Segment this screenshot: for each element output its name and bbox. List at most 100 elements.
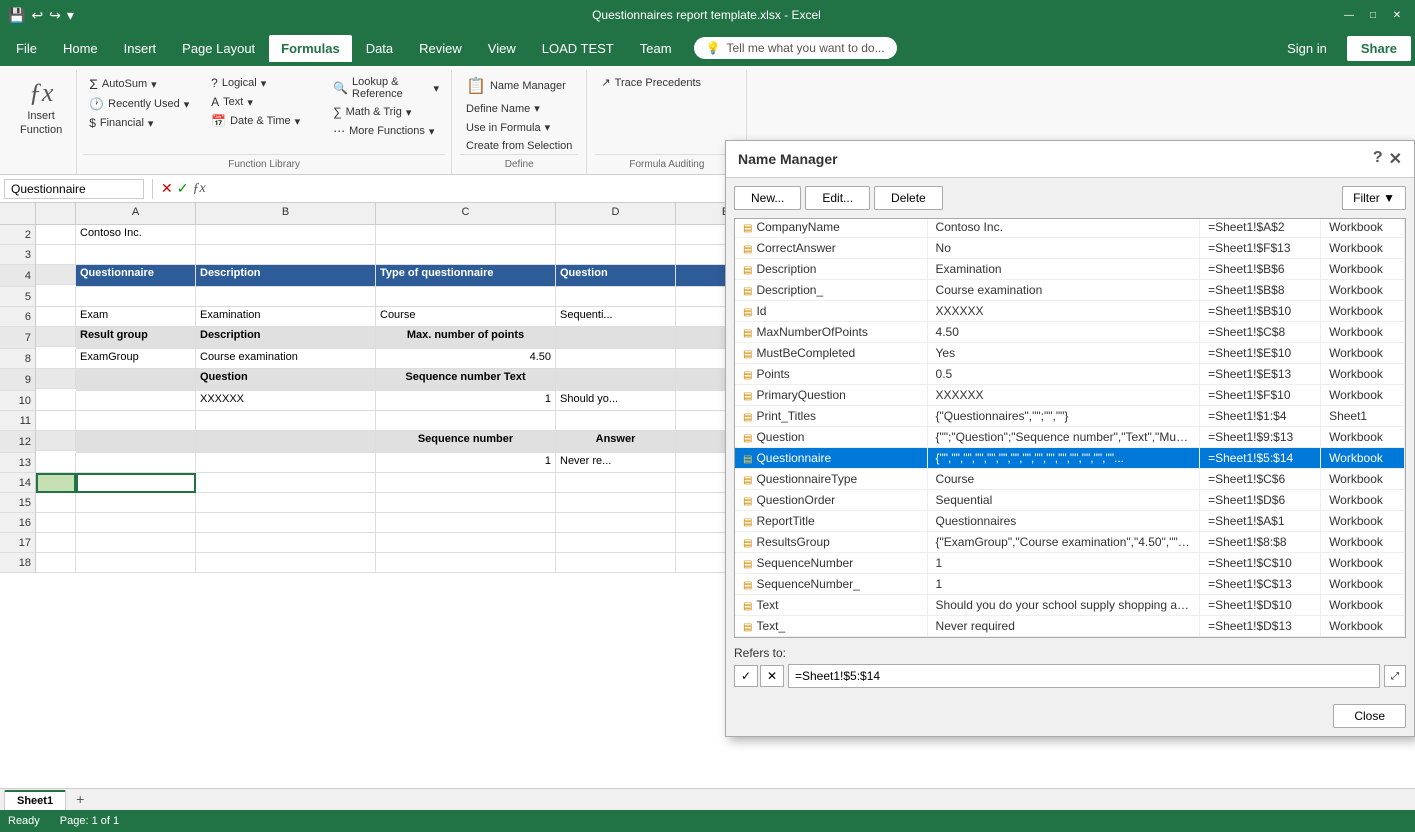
new-name-btn[interactable]: New... (734, 186, 801, 210)
name-manager-btn[interactable]: 📋 Name Manager (460, 74, 578, 98)
cell-a8-val[interactable]: ExamGroup (76, 349, 196, 369)
cell-c4[interactable]: Type of questionnaire (376, 265, 556, 287)
cell-c8[interactable]: 4.50 (376, 349, 556, 369)
table-row[interactable]: ▤Print_Titles{"Questionnaires","";"",""}… (735, 406, 1405, 427)
trace-precedents-btn[interactable]: ↗ Trace Precedents (595, 74, 738, 91)
close-button[interactable]: Close (1333, 704, 1406, 728)
table-row[interactable]: ▤Description_Course examination=Sheet1!$… (735, 280, 1405, 301)
cell-d7[interactable] (556, 327, 676, 349)
cell-a12-val[interactable] (76, 431, 196, 453)
lookup-reference-btn[interactable]: 🔍 Lookup & Reference ▾ (327, 74, 445, 102)
cell-b10[interactable]: XXXXXX (196, 391, 376, 411)
menu-insert[interactable]: Insert (112, 35, 169, 62)
table-row[interactable]: ▤CorrectAnswerNo=Sheet1!$F$13Workbook (735, 238, 1405, 259)
financial-btn[interactable]: $ Financial ▾ (83, 114, 201, 132)
menu-team[interactable]: Team (628, 35, 684, 62)
cell-c10[interactable]: 1 (376, 391, 556, 411)
fx-icon[interactable]: ƒx (192, 181, 205, 197)
cell-d2[interactable] (556, 225, 676, 245)
cell-b9[interactable]: Question (196, 369, 376, 391)
cell-c7[interactable]: Max. number of points (376, 327, 556, 349)
cell-c3[interactable] (376, 245, 556, 265)
create-from-sel-btn[interactable]: Create from Selection (460, 138, 578, 154)
cell-d3[interactable] (556, 245, 676, 265)
table-row[interactable]: ▤Points0.5=Sheet1!$E$13Workbook (735, 364, 1405, 385)
table-row[interactable]: ▤Text_Never required=Sheet1!$D$13Workboo… (735, 616, 1405, 637)
sign-in-btn[interactable]: Sign in (1277, 37, 1337, 60)
cell-b14[interactable] (196, 473, 376, 493)
table-row[interactable]: ▤SequenceNumber1=Sheet1!$C$10Workbook (735, 553, 1405, 574)
undo-icon[interactable]: ↩ (31, 7, 43, 24)
table-row[interactable]: ▤QuestionnaireTypeCourse=Sheet1!$C$6Work… (735, 469, 1405, 490)
cell-a11-val[interactable] (76, 411, 196, 431)
math-trig-btn[interactable]: ∑ Math & Trig ▾ (327, 103, 445, 121)
cell-d9[interactable] (556, 369, 676, 391)
confirm-icon[interactable]: ✓ (177, 180, 189, 197)
cell-b3[interactable] (196, 245, 376, 265)
menu-home[interactable]: Home (51, 35, 110, 62)
cell-c2[interactable] (376, 225, 556, 245)
cell-c11[interactable] (376, 411, 556, 431)
cell-c6[interactable]: Course (376, 307, 556, 327)
add-sheet-btn[interactable]: + (68, 788, 92, 810)
table-row[interactable]: ▤IdXXXXXX=Sheet1!$B$10Workbook (735, 301, 1405, 322)
redo-icon[interactable]: ↪ (49, 7, 61, 24)
refers-to-check-btn[interactable]: ✓ (734, 665, 758, 687)
cell-a2-val[interactable]: Contoso Inc. (76, 225, 196, 245)
cell-b17[interactable] (196, 533, 376, 553)
cell-a9-val[interactable] (76, 369, 196, 391)
cell-d6[interactable]: Sequenti... (556, 307, 676, 327)
recently-used-btn[interactable]: 🕐 Recently Used ▾ (83, 95, 201, 113)
cell-b8[interactable]: Course examination (196, 349, 376, 369)
menu-view[interactable]: View (476, 35, 528, 62)
table-row[interactable]: ▤PrimaryQuestionXXXXXX=Sheet1!$F$10Workb… (735, 385, 1405, 406)
menu-page-layout[interactable]: Page Layout (170, 35, 267, 62)
cell-a5[interactable] (36, 287, 76, 307)
cell-b18[interactable] (196, 553, 376, 573)
cell-a6[interactable] (36, 307, 76, 327)
dialog-help-btn[interactable]: ? (1373, 149, 1383, 169)
cell-a8[interactable] (36, 349, 76, 369)
define-name-btn[interactable]: Define Name ▾ (460, 100, 578, 117)
logical-btn[interactable]: ? Logical ▾ (205, 74, 323, 92)
cell-d11[interactable] (556, 411, 676, 431)
cell-a9[interactable] (36, 369, 76, 389)
cell-c17[interactable] (376, 533, 556, 553)
cell-b5[interactable] (196, 287, 376, 307)
cell-a17-val[interactable] (76, 533, 196, 553)
cell-d12[interactable]: Answer (556, 431, 676, 453)
dialog-close-x-btn[interactable]: ✕ (1389, 149, 1402, 169)
cell-c16[interactable] (376, 513, 556, 533)
table-row[interactable]: ▤ReportTitleQuestionnaires=Sheet1!$A$1Wo… (735, 511, 1405, 532)
cell-b12[interactable] (196, 431, 376, 453)
tell-me-input[interactable]: 💡 Tell me what you want to do... (694, 37, 897, 59)
more-functions-btn[interactable]: ⋯ More Functions ▾ (327, 122, 445, 140)
text-btn[interactable]: A Text ▾ (205, 93, 323, 111)
cell-d5[interactable] (556, 287, 676, 307)
cell-a4-val[interactable]: Questionnaire (76, 265, 196, 287)
cell-a10[interactable] (36, 391, 76, 411)
menu-load-test[interactable]: LOAD TEST (530, 35, 626, 62)
cell-c9[interactable]: Sequence number Text (376, 369, 556, 391)
cell-a13[interactable] (36, 453, 76, 473)
cell-c15[interactable] (376, 493, 556, 513)
cell-a18-val[interactable] (76, 553, 196, 573)
datetime-btn[interactable]: 📅 Date & Time ▾ (205, 112, 323, 130)
cell-a7[interactable] (36, 327, 76, 347)
cell-b16[interactable] (196, 513, 376, 533)
cell-a7-val[interactable]: Result group (76, 327, 196, 349)
cell-b4[interactable]: Description (196, 265, 376, 287)
cell-a3[interactable] (36, 245, 76, 265)
menu-data[interactable]: Data (354, 35, 405, 62)
restore-btn[interactable]: □ (1363, 5, 1383, 25)
cell-a16-val[interactable] (76, 513, 196, 533)
customize-icon[interactable]: ▾ (67, 7, 74, 24)
cell-d16[interactable] (556, 513, 676, 533)
table-row[interactable]: ▤ResultsGroup{"ExamGroup","Course examin… (735, 532, 1405, 553)
cell-d17[interactable] (556, 533, 676, 553)
cell-d18[interactable] (556, 553, 676, 573)
tab-sheet1[interactable]: Sheet1 (4, 790, 66, 810)
cell-a3-val[interactable] (76, 245, 196, 265)
cell-c13[interactable]: 1 (376, 453, 556, 473)
insert-function-btn[interactable]: ƒx Insert Function (12, 74, 70, 140)
